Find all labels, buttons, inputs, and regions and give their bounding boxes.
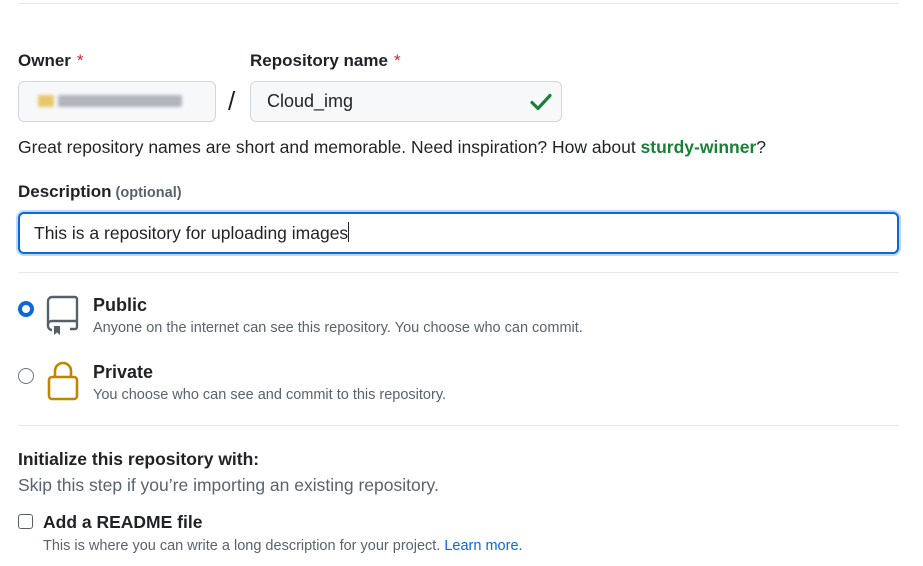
description-optional-label: (optional) — [115, 185, 182, 201]
public-title: Public — [93, 295, 148, 315]
public-description: Anyone on the internet can see this repo… — [93, 320, 583, 336]
private-description: You choose who can see and commit to thi… — [93, 387, 447, 403]
repository-name-label: Repository name * — [250, 51, 401, 71]
lock-icon — [47, 361, 79, 401]
owner-repo-separator: / — [228, 86, 236, 116]
description-divider — [18, 272, 899, 273]
readme-checkbox[interactable] — [18, 514, 33, 529]
text-caret — [348, 222, 350, 242]
owner-avatar-obscured — [38, 95, 54, 107]
hint-prefix: Great repository names are short and mem… — [18, 137, 641, 157]
description-label: Description (optional) — [18, 182, 182, 202]
owner-label: Owner * — [18, 51, 84, 71]
initialize-subtitle: Skip this step if you’re importing an ex… — [18, 475, 439, 495]
visibility-divider — [18, 425, 899, 426]
readme-description-text: This is where you can write a long descr… — [43, 538, 445, 554]
owner-label-text: Owner — [18, 51, 71, 70]
repository-name-hint: Great repository names are short and mem… — [18, 137, 766, 158]
learn-more-link[interactable]: Learn more. — [444, 538, 522, 554]
description-label-text: Description — [18, 182, 112, 201]
description-value: This is a repository for uploading image… — [34, 223, 349, 243]
public-radio[interactable] — [18, 301, 34, 317]
description-input[interactable]: This is a repository for uploading image… — [18, 212, 899, 254]
repository-name-label-text: Repository name — [250, 51, 388, 70]
readme-description: This is where you can write a long descr… — [43, 538, 523, 554]
repo-icon — [46, 295, 79, 335]
private-radio[interactable] — [18, 368, 34, 384]
private-title: Private — [93, 362, 154, 382]
check-icon — [530, 93, 552, 111]
top-divider — [18, 3, 899, 4]
hint-suffix: ? — [756, 137, 766, 157]
owner-name-obscured — [58, 95, 182, 107]
owner-required-mark: * — [76, 51, 84, 70]
name-suggestion-link[interactable]: sturdy-winner — [641, 137, 757, 157]
initialize-title: Initialize this repository with: — [18, 449, 260, 469]
repository-required-mark: * — [393, 51, 401, 70]
readme-label[interactable]: Add a README file — [43, 512, 202, 533]
repository-name-input[interactable]: Cloud_img — [250, 81, 562, 122]
